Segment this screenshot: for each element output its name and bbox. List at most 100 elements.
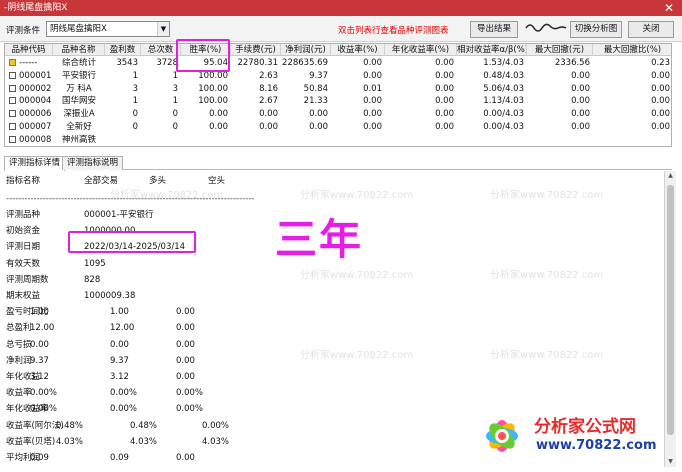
table-cell: 2336.56 [554, 58, 590, 68]
summary-icon[interactable] [9, 59, 16, 66]
table-cell [141, 134, 181, 146]
table-cell: 000007 [19, 122, 52, 132]
bg-watermark: 分析家www.70822.com [490, 350, 604, 361]
column-header[interactable]: 收益率(%) [331, 44, 385, 56]
column-header[interactable]: 年化收益率(%) [385, 44, 457, 56]
table-cell [331, 134, 385, 146]
detail-label: 收益率 [6, 388, 32, 399]
column-header[interactable]: 盈利数 [105, 44, 141, 56]
row-checkbox[interactable] [9, 135, 16, 143]
win-rate-highlight [176, 39, 230, 72]
table-cell: 0.00 [259, 109, 278, 120]
table-cell: 100.00 [198, 83, 228, 94]
detail-value: 0.09 [110, 453, 129, 463]
detail-value: 0.48% [56, 420, 84, 431]
row-checkbox[interactable] [9, 71, 16, 79]
table-cell: 0.00 [363, 58, 382, 68]
detail-label: 收益率(阿尔法) [6, 420, 64, 431]
detail-label: 净利润 [6, 355, 32, 366]
table-cell: 0.00 [651, 109, 670, 120]
table-cell: 2.67 [259, 96, 278, 107]
table-row[interactable]: 000006 深振业A 0 0 0.00 0.00 0.00 0.00 0.00 0.00/4.0… [5, 108, 671, 120]
column-header[interactable]: 总次数 [141, 44, 181, 56]
table-cell: 0.00 [435, 58, 454, 68]
table-cell: 国华网安 [61, 96, 96, 107]
table-cell [593, 134, 671, 146]
column-header[interactable]: 净利润(元) [281, 44, 331, 56]
tab-detail[interactable]: 评测指标详情 [4, 156, 66, 171]
table-row[interactable]: 000001 平安银行 1 1 100.00 2.63 9.37 0.00 0.00 0.48/4… [5, 70, 671, 82]
detail-value: 12.00 [110, 323, 135, 334]
table-cell: 0.00 [209, 109, 228, 120]
row-checkbox[interactable] [9, 97, 16, 105]
tab-explanation[interactable]: 评测指标说明 [62, 156, 124, 170]
scribble-mark [525, 23, 567, 32]
condition-select[interactable]: 阴线尾盘擒阳X ▼ [46, 21, 170, 37]
table-cell: 3 [132, 83, 138, 94]
close-button[interactable]: 关闭 [628, 21, 674, 38]
table-row[interactable]: 000002 万 科A 3 3 100.00 8.16 50.84 0.01 0.00 5.06/… [5, 83, 671, 95]
table-cell: 3543 [116, 58, 138, 68]
detail-value: 0.00 [176, 323, 195, 334]
switch-chart-button[interactable]: 切换分析图 [570, 21, 622, 38]
column-header[interactable]: 品种代码 [5, 44, 53, 56]
detail-label: 期末权益 [6, 291, 41, 301]
watermark-url: www.70822.com [536, 438, 657, 453]
bg-watermark: 分析家www.70822.com [490, 270, 604, 281]
detail-label: 有效天数 [6, 258, 41, 269]
detail-value: 0.00 [110, 339, 129, 350]
table-row[interactable]: 000007 全新好 0 0 0.00 0.00 0.00 0.00 0.00 0.00/4.03… [5, 121, 671, 133]
table-cell: 3728 [156, 58, 178, 68]
scroll-thumb[interactable] [667, 185, 674, 435]
table-cell: 0 [132, 122, 138, 132]
detail-label: 总亏损 [6, 339, 32, 350]
detail-label: 评测周期数 [6, 274, 49, 285]
table-cell: 50.84 [303, 83, 328, 94]
table-cell: 0.00 [651, 122, 670, 132]
table-row[interactable]: 000008 神州高铁 [5, 134, 671, 146]
hint-text: 双击列表行查看品种评测图表 [338, 26, 449, 36]
column-header[interactable]: 最大回撤(元) [527, 44, 593, 56]
table-cell: 0.00 [309, 109, 328, 120]
table-cell [385, 134, 457, 146]
detail-label: 总盈利 [6, 323, 32, 334]
table-cell: 0 [132, 109, 138, 120]
row-checkbox[interactable] [9, 84, 16, 92]
detail-value: 3.12 [110, 372, 129, 382]
table-cell: 0.00 [363, 109, 382, 120]
detail-label: 初始资金 [6, 226, 41, 237]
table-cell [281, 134, 331, 146]
row-checkbox[interactable] [9, 123, 16, 130]
detail-value: 0.00% [30, 388, 58, 399]
column-header[interactable]: 品种名称 [53, 44, 105, 56]
table-cell: 0.00/4.03 [483, 122, 524, 132]
watermark-title: 分析家公式网 [534, 417, 636, 437]
table-row[interactable]: ------ 综合统计 3543 3728 95.04 22780.31 228635.69… [5, 57, 671, 69]
column-header[interactable]: 相对收益率α/β(%) [457, 44, 527, 56]
detail-value: 1095 [84, 258, 106, 269]
column-header[interactable]: 最大回撤比(%) [593, 44, 671, 56]
column-header[interactable]: 手续费(元) [231, 44, 281, 56]
table-cell: 0.00 [363, 96, 382, 107]
table-cell: 22780.31 [237, 58, 278, 68]
row-checkbox[interactable] [9, 110, 16, 118]
export-button[interactable]: 导出结果 [470, 21, 518, 38]
window-close-icon[interactable]: ✕ [662, 0, 676, 16]
bg-watermark: 分析家www.70822.com [110, 190, 224, 201]
table-cell: 平安银行 [61, 70, 96, 81]
table-cell: 8.16 [259, 83, 278, 94]
table-cell [231, 134, 281, 146]
detail-value: 000001-平安银行 [84, 210, 154, 220]
table-row[interactable]: 000004 国华网安 1 1 100.00 2.67 21.33 0.00 0.00 1.13/… [5, 95, 671, 107]
condition-select-value: 阴线尾盘擒阳X [50, 24, 107, 34]
results-table[interactable]: 品种代码 品种名称 盈利数 总次数 胜率(%) 手续费(元) 净利润(元) 收益率(%) 年化收… [4, 43, 672, 147]
scroll-up-icon[interactable]: ▲ [665, 171, 676, 181]
table-cell [457, 134, 527, 146]
table-cell: 0.00 [435, 83, 454, 94]
table-cell: 1 [172, 70, 178, 81]
chevron-down-icon[interactable]: ▼ [157, 22, 169, 36]
table-cell: 0.00 [309, 122, 328, 132]
detail-value: 4.03% [202, 436, 230, 447]
detail-value: 0.00% [110, 404, 138, 415]
toolbar: 评测条件 阴线尾盘擒阳X ▼ 双击列表行查看品种评测图表 导出结果 切换分析图 … [0, 16, 682, 42]
